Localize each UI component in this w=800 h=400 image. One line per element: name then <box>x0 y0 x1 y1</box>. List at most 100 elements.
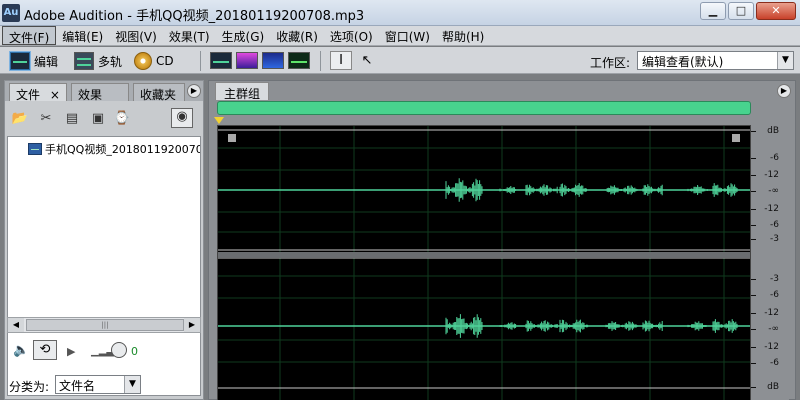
marquee-tool-button[interactable]: ↖ <box>356 51 378 70</box>
edit-view-button[interactable]: 编辑 <box>10 51 58 71</box>
loop-icon: ⟲ <box>39 342 51 357</box>
i-beam-icon: I <box>339 53 343 68</box>
tab-main-group[interactable]: 主群组 <box>215 82 270 101</box>
db-tick-mark <box>751 347 756 348</box>
db-tick-mark <box>751 239 756 240</box>
multitrack-view-button[interactable]: 多轨 <box>74 51 122 71</box>
open-file-icon[interactable]: 📂 <box>11 111 29 127</box>
db-tick-label: -6 <box>770 153 779 163</box>
start-marker-icon <box>228 134 236 142</box>
menu-options[interactable]: 选项(O) <box>324 26 379 45</box>
db-tick-label: -12 <box>764 342 779 352</box>
menu-bar: 文件(F) 编辑(E) 视图(V) 效果(T) 生成(G) 收藏(R) 选项(O… <box>0 26 800 46</box>
minimize-button[interactable]: ▁ <box>700 2 726 20</box>
main-group-panel: 主群组 ▶ dB -6 -12 -∞ -12 -6 -3 -3 -6 -12 -∞ -12 -6 dB <box>208 80 796 400</box>
waveform-view-button[interactable] <box>210 52 232 69</box>
db-tick-label: -6 <box>770 358 779 368</box>
close-file-icon[interactable]: ✂ <box>37 111 55 127</box>
volume-value: 0 <box>131 345 138 358</box>
tab-close-icon[interactable]: × <box>50 88 60 101</box>
menu-file[interactable]: 文件(F) <box>2 26 57 45</box>
spectral-phase-view-button[interactable] <box>288 52 310 69</box>
spectral-frequency-view-button[interactable] <box>236 52 258 69</box>
db-tick-mark <box>751 209 756 210</box>
panel-menu-icon[interactable]: ▶ <box>187 84 201 98</box>
tab-files[interactable]: 文件 × <box>9 83 67 101</box>
edit-view-label: 编辑 <box>34 54 59 69</box>
chevron-down-icon: ▼ <box>777 52 793 69</box>
scroll-left-icon[interactable]: ◀ <box>8 318 24 332</box>
sort-select[interactable]: 文件名 ▼ <box>55 375 141 394</box>
list-item[interactable]: 手机QQ视频_20180119200708.mp3 <box>28 141 200 157</box>
multitrack-icon <box>74 52 94 70</box>
loop-button[interactable]: ⟲ <box>33 340 57 360</box>
scroll-thumb[interactable]: ||| <box>26 319 184 331</box>
insert-cd-icon[interactable]: ▣ <box>89 111 107 127</box>
waveform-overview-bar[interactable] <box>217 101 751 115</box>
audio-file-icon <box>28 143 42 155</box>
multitrack-view-label: 多轨 <box>98 54 123 69</box>
db-tick-label: dB <box>767 382 779 392</box>
cd-icon <box>134 52 152 70</box>
cd-view-label: CD <box>156 54 174 68</box>
db-tick-mark <box>751 191 756 192</box>
db-tick-label: -3 <box>770 234 779 244</box>
db-tick-mark <box>751 131 756 132</box>
files-toolbar: 📂 ✂ ▤ ▣ ⌚ ◉ <box>5 102 203 136</box>
menu-effects[interactable]: 效果(T) <box>163 26 216 45</box>
chevron-down-icon: ▼ <box>124 376 140 393</box>
insert-multitrack-icon[interactable]: ▤ <box>63 111 81 127</box>
menu-edit[interactable]: 编辑(E) <box>56 26 109 45</box>
tab-effects[interactable]: 效果 <box>71 83 129 101</box>
audition-app-icon: Au <box>2 4 20 22</box>
speaker-icon[interactable]: 🔈 <box>13 343 29 358</box>
db-tick-label: -12 <box>764 170 779 180</box>
waveform-svg <box>218 126 750 400</box>
waveform-display[interactable] <box>217 125 751 400</box>
db-tick-mark <box>751 387 756 388</box>
scroll-right-icon[interactable]: ▶ <box>184 318 200 332</box>
panel-menu-icon[interactable]: ▶ <box>777 84 791 98</box>
playhead-marker[interactable] <box>214 117 224 124</box>
time-selection-tool-button[interactable]: I <box>330 51 352 70</box>
close-button[interactable]: ✕ <box>756 2 796 20</box>
workspace-value: 编辑查看(默认) <box>642 55 724 69</box>
title-bar: Au Adobe Audition - 手机QQ视频_2018011920070… <box>0 0 800 26</box>
file-preview-controls: 🔈 ⟲ ▶ ▁▂▃ 0 <box>5 337 203 363</box>
db-tick-mark <box>751 295 756 296</box>
maximize-button[interactable]: □ <box>728 2 754 20</box>
play-icon[interactable]: ▶ <box>67 345 75 358</box>
sort-label: 分类为: <box>9 380 50 394</box>
menu-favorites[interactable]: 收藏(R) <box>270 26 324 45</box>
waveform-edit-icon <box>10 52 30 70</box>
main-toolbar: 编辑 多轨 CD I ↖ 工作区: 编辑查看(默认) ▼ <box>0 47 800 74</box>
channel-divider <box>218 252 750 258</box>
workspace-select[interactable]: 编辑查看(默认) ▼ <box>637 51 794 70</box>
window-controls: ▁ □ ✕ <box>700 2 796 20</box>
menu-view[interactable]: 视图(V) <box>109 26 163 45</box>
minimize-icon: ▁ <box>708 4 718 17</box>
menu-window[interactable]: 窗口(W) <box>379 26 436 45</box>
menu-help[interactable]: 帮助(H) <box>436 26 490 45</box>
edit-file-icon[interactable]: ⌚ <box>113 111 131 127</box>
file-name: 手机QQ视频_20180119200708.mp3 <box>45 143 200 156</box>
tab-favorites[interactable]: 收藏夹 <box>133 83 185 101</box>
file-list-scrollbar[interactable]: ◀ ||| ▶ <box>7 317 201 333</box>
db-tick-mark <box>751 279 756 280</box>
files-panel-tabs: 文件 × 效果 收藏夹 ▶ <box>5 81 203 101</box>
sort-value: 文件名 <box>59 379 96 393</box>
close-icon: ✕ <box>771 4 781 17</box>
tab-files-label: 文件 <box>16 88 41 101</box>
db-tick-label: -12 <box>764 204 779 214</box>
cd-view-button[interactable]: CD <box>134 51 174 71</box>
db-tick-label: -∞ <box>768 186 779 196</box>
menu-generate[interactable]: 生成(G) <box>216 26 271 45</box>
files-panel: 文件 × 效果 收藏夹 ▶ 📂 ✂ ▤ ▣ ⌚ ◉ 手机QQ视频_2018011… <box>4 80 204 400</box>
db-tick-label: -6 <box>770 290 779 300</box>
volume-knob[interactable] <box>111 342 127 358</box>
db-tick-label: -12 <box>764 308 779 318</box>
db-tick-label: dB <box>767 126 779 136</box>
db-tick-label: -∞ <box>768 324 779 334</box>
spectral-pan-view-button[interactable] <box>262 52 284 69</box>
show-details-icon[interactable]: ◉ <box>171 108 193 128</box>
